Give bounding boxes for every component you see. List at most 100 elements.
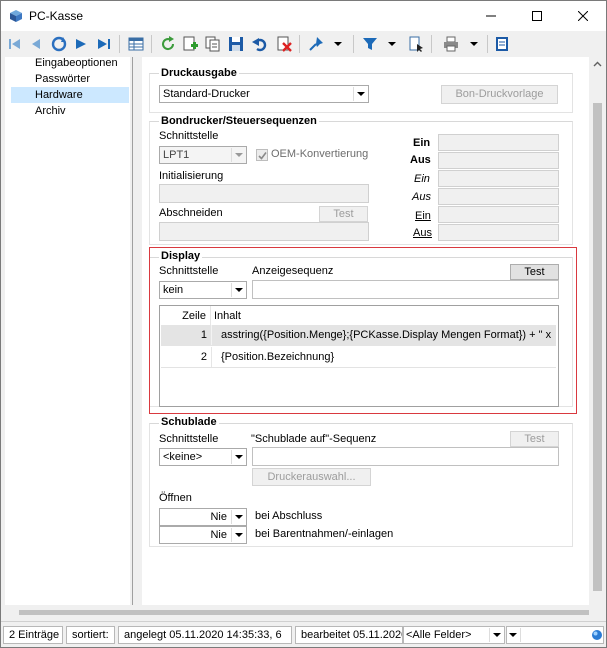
oeffnen-barentnahmen-select[interactable]: Nie (159, 526, 247, 544)
title-bar: PC-Kasse (1, 1, 606, 31)
display-schnittstelle-select[interactable]: kein (159, 281, 247, 299)
delete-button[interactable] (275, 35, 293, 53)
schublade-sequenz-field[interactable] (252, 447, 559, 466)
copy-record-button[interactable] (204, 35, 222, 53)
checkmark-icon (257, 151, 267, 160)
filter-dropdown-button[interactable] (383, 35, 401, 53)
refresh-circle-icon (51, 36, 67, 52)
copy-record-icon (205, 36, 220, 52)
druckerauswahl-button[interactable]: Druckerauswahl... (252, 468, 371, 486)
ein-italic-field[interactable] (438, 170, 559, 187)
globe-icon[interactable] (591, 629, 603, 641)
toolbar-separator (431, 35, 432, 53)
close-button[interactable] (560, 1, 606, 31)
status-sorted: sortiert: (66, 626, 115, 644)
aus-bold-field[interactable] (438, 152, 559, 169)
table-cell-zeile: 2 (161, 347, 212, 367)
oeffnen-abschluss-label: bei Abschluss (255, 510, 323, 522)
refresh-circle-button[interactable] (50, 35, 68, 53)
chevron-down-icon (231, 528, 245, 542)
bondrucker-test-button[interactable]: Test (319, 206, 368, 222)
chevron-down-icon (231, 450, 245, 464)
previous-record-button[interactable] (27, 35, 45, 53)
pin-dropdown-button[interactable] (329, 35, 347, 53)
last-record-button[interactable] (95, 35, 113, 53)
search-select[interactable] (506, 626, 604, 644)
initialisierung-field[interactable] (159, 184, 369, 203)
chevron-down-icon (231, 283, 245, 297)
notes-icon (496, 37, 508, 51)
abschneiden-field[interactable] (159, 222, 369, 241)
scroll-up-icon[interactable] (593, 61, 602, 67)
previous-record-icon (32, 39, 40, 49)
sidebar: Eingabeoptionen Passwörter Hardware Arch… (5, 57, 130, 605)
first-record-button[interactable] (6, 35, 24, 53)
maximize-icon (532, 11, 542, 21)
table-row[interactable]: 2 {Position.Bezeichnung} (161, 347, 556, 368)
table-cell-zeile: 1 (161, 325, 212, 345)
horizontal-scrollbar[interactable] (5, 605, 606, 619)
bondrucker-schnittstelle-select[interactable]: LPT1 (159, 146, 247, 164)
ein-bold-field[interactable] (438, 134, 559, 151)
ein-underline-field[interactable] (438, 206, 559, 223)
toolbar-separator (487, 35, 488, 53)
table-view-button[interactable] (127, 35, 145, 53)
next-record-button[interactable] (72, 35, 90, 53)
column-header-inhalt[interactable]: Inhalt (214, 306, 554, 326)
aus-underline-field[interactable] (438, 224, 559, 241)
sidebar-item-hardware[interactable]: Hardware (11, 87, 129, 103)
print-button[interactable] (442, 35, 460, 53)
save-button[interactable] (227, 35, 245, 53)
oeffnen-abschluss-select[interactable]: Nie (159, 508, 247, 526)
undo-icon (252, 38, 267, 52)
new-record-button[interactable] (181, 35, 199, 53)
bondrucker-title: Bondrucker/Steuersequenzen (159, 115, 319, 127)
print-dropdown-button[interactable] (465, 35, 483, 53)
oeffnen-barentnahmen-label: bei Barentnahmen/-einlagen (255, 528, 394, 540)
anzeigesequenz-field[interactable] (252, 280, 559, 299)
horizontal-scroll-thumb[interactable] (19, 610, 589, 615)
notes-button[interactable] (493, 35, 511, 53)
chevron-down-icon (353, 87, 367, 101)
panel-splitter[interactable] (132, 57, 141, 605)
column-header-zeile[interactable]: Zeile (160, 306, 211, 326)
toolbar-separator (299, 35, 300, 53)
printer-select[interactable]: Standard-Drucker (159, 85, 369, 103)
sidebar-item-archiv[interactable]: Archiv (11, 103, 129, 119)
search-input[interactable] (520, 628, 589, 642)
vertical-scrollbar[interactable] (589, 57, 606, 605)
filter-button[interactable] (361, 35, 379, 53)
aus-italic-field[interactable] (438, 188, 559, 205)
table-row[interactable]: 1 asstring({Position.Menge};{PCKasse.Dis… (161, 325, 556, 346)
document-view-button[interactable] (407, 35, 425, 53)
print-icon (444, 36, 458, 52)
initialisierung-label: Initialisierung (159, 170, 224, 182)
field-filter-select[interactable]: <Alle Felder> (403, 626, 505, 644)
ein-bold-label: Ein (413, 137, 431, 149)
vertical-scroll-thumb[interactable] (593, 103, 602, 591)
next-record-icon (76, 39, 86, 49)
display-title: Display (159, 250, 203, 262)
minimize-icon (486, 15, 496, 17)
oeffnen-abschluss-value: Nie (210, 511, 227, 523)
display-lines-grid: Zeile Inhalt 1 asstring({Position.Menge}… (159, 305, 559, 407)
undo-button[interactable] (251, 35, 269, 53)
ein-italic-label: Ein (414, 173, 430, 185)
abschneiden-label: Abschneiden (159, 207, 223, 219)
bon-druckvorlage-button[interactable]: Bon-Druckvorlage (441, 85, 558, 104)
status-count: 2 Einträge (3, 626, 63, 644)
schublade-schnittstelle-select[interactable]: <keine> (159, 448, 247, 466)
schublade-sequenz-label: "Schublade auf"-Sequenz (251, 433, 377, 445)
schublade-test-button[interactable]: Test (510, 431, 559, 447)
oem-checkbox[interactable] (256, 149, 268, 161)
sidebar-item-eingabeoptionen[interactable]: Eingabeoptionen (11, 55, 129, 71)
minimize-button[interactable] (468, 1, 514, 31)
filter-icon (363, 38, 377, 50)
display-test-button[interactable]: Test (510, 264, 559, 280)
pin-button[interactable] (307, 35, 325, 53)
sidebar-item-passwoerter[interactable]: Passwörter (11, 71, 129, 87)
reload-button[interactable] (159, 35, 177, 53)
toolbar-separator (353, 35, 354, 53)
schublade-title: Schublade (159, 416, 219, 428)
maximize-button[interactable] (514, 1, 560, 31)
